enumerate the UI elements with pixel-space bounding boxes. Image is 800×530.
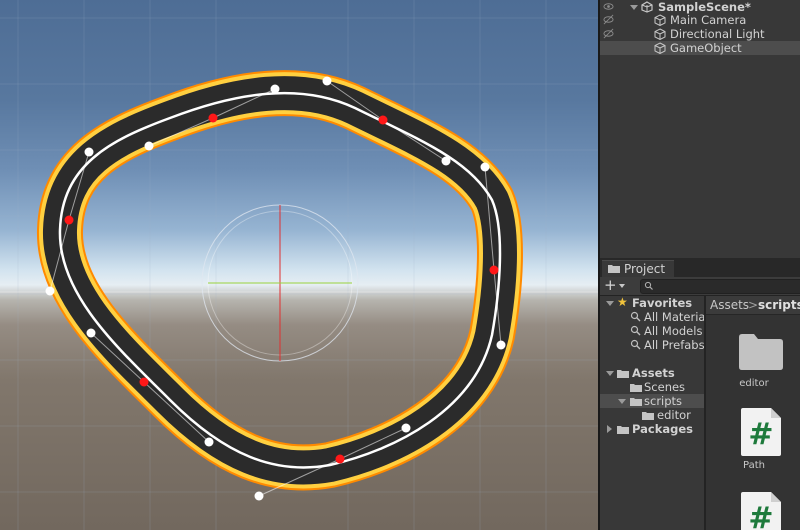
folder-icon: [642, 412, 654, 420]
asset-label: Path: [743, 460, 765, 471]
expand-arrow-icon[interactable]: [630, 5, 638, 10]
camera-gizmo[interactable]: [201, 204, 359, 362]
folder-icon: [617, 426, 629, 434]
csharp-script-icon: #: [741, 492, 781, 530]
hierarchy-panel: SampleScene* Main Camera Directional Lig…: [598, 0, 800, 258]
plus-icon: +: [604, 276, 617, 294]
expand-arrow-icon[interactable]: [606, 301, 614, 306]
hierarchy-item-label: Main Camera: [670, 13, 747, 27]
visibility-eye-icon[interactable]: [603, 1, 614, 12]
search-icon: [644, 281, 653, 290]
gameobject-cube-icon: [654, 14, 666, 26]
anchor-point: [335, 454, 345, 464]
collapse-arrow-icon[interactable]: [607, 425, 612, 433]
anchor-point: [378, 115, 388, 125]
dropdown-arrow-icon: [619, 284, 625, 288]
hierarchy-item[interactable]: Main Camera: [600, 13, 800, 27]
tree-assets[interactable]: Assets: [600, 366, 704, 380]
anchor-point: [139, 377, 149, 387]
control-point: [270, 84, 280, 94]
control-point: [322, 76, 332, 86]
svg-text:#: #: [748, 501, 773, 530]
control-point: [480, 162, 490, 172]
search-icon: [630, 311, 641, 322]
anchor-point: [208, 113, 218, 123]
breadcrumb-root[interactable]: Assets: [710, 296, 749, 314]
control-point: [86, 328, 96, 338]
gameobject-cube-icon: [654, 28, 666, 40]
create-asset-button[interactable]: +: [604, 277, 632, 294]
tree-folder-scenes[interactable]: Scenes: [600, 380, 704, 394]
project-tab-bar: Project: [600, 258, 800, 278]
search-input[interactable]: [640, 279, 800, 294]
search-icon: [630, 339, 641, 350]
search-icon: [630, 325, 641, 336]
tree-favorite-item[interactable]: All Prefabs: [600, 338, 704, 352]
control-point: [45, 286, 55, 296]
breadcrumb-separator: >: [748, 298, 759, 312]
star-icon: ★: [617, 296, 628, 309]
project-folder-tree: ★ Favorites All Materials All Models All…: [600, 296, 704, 530]
csharp-script-icon: #: [741, 408, 781, 456]
folder-icon: [608, 265, 620, 273]
gameobject-cube-icon: [654, 42, 666, 54]
hidden-eye-icon[interactable]: [603, 28, 614, 39]
control-point: [441, 156, 451, 166]
asset-grid: Assets > scripts editor # Path #: [706, 296, 800, 530]
asset-label: editor: [739, 378, 769, 389]
anchor-point: [64, 215, 74, 225]
hierarchy-item-selected[interactable]: GameObject: [600, 41, 800, 55]
scene-view[interactable]: [0, 0, 598, 530]
scene-name: SampleScene*: [658, 0, 751, 14]
breadcrumb: Assets > scripts: [706, 296, 800, 315]
anchor-point: [489, 265, 499, 275]
control-point: [144, 141, 154, 151]
project-panel: Project + ★ Favorites All Materials: [598, 258, 800, 530]
folder-open-icon: [617, 370, 629, 378]
project-toolbar: +: [600, 277, 800, 296]
tree-folder-scripts[interactable]: scripts: [600, 394, 704, 408]
folder-icon: [739, 334, 783, 370]
hierarchy-scene-row[interactable]: SampleScene*: [600, 0, 800, 14]
tree-favorite-item[interactable]: All Models: [600, 324, 704, 338]
hierarchy-item[interactable]: Directional Light: [600, 27, 800, 41]
tree-favorite-item[interactable]: All Materials: [600, 310, 704, 324]
scene-canvas[interactable]: [0, 0, 598, 530]
hierarchy-item-label: Directional Light: [670, 27, 765, 41]
hierarchy-item-label: GameObject: [670, 41, 742, 55]
expand-arrow-icon[interactable]: [618, 399, 626, 404]
tab-label: Project: [624, 262, 666, 276]
svg-text:#: #: [748, 417, 773, 452]
control-point: [84, 147, 94, 157]
hidden-eye-icon[interactable]: [603, 14, 614, 25]
tree-favorites[interactable]: ★ Favorites: [600, 296, 704, 310]
control-point: [401, 423, 411, 433]
tree-folder-editor[interactable]: editor: [600, 408, 704, 422]
folder-icon: [630, 384, 642, 392]
control-point: [204, 437, 214, 447]
control-point: [254, 491, 264, 501]
unity-scene-icon: [641, 1, 653, 13]
control-point: [496, 340, 506, 350]
tree-packages[interactable]: Packages: [600, 422, 704, 436]
breadcrumb-current[interactable]: scripts: [758, 296, 800, 314]
expand-arrow-icon[interactable]: [606, 371, 614, 376]
folder-open-icon: [630, 398, 642, 406]
